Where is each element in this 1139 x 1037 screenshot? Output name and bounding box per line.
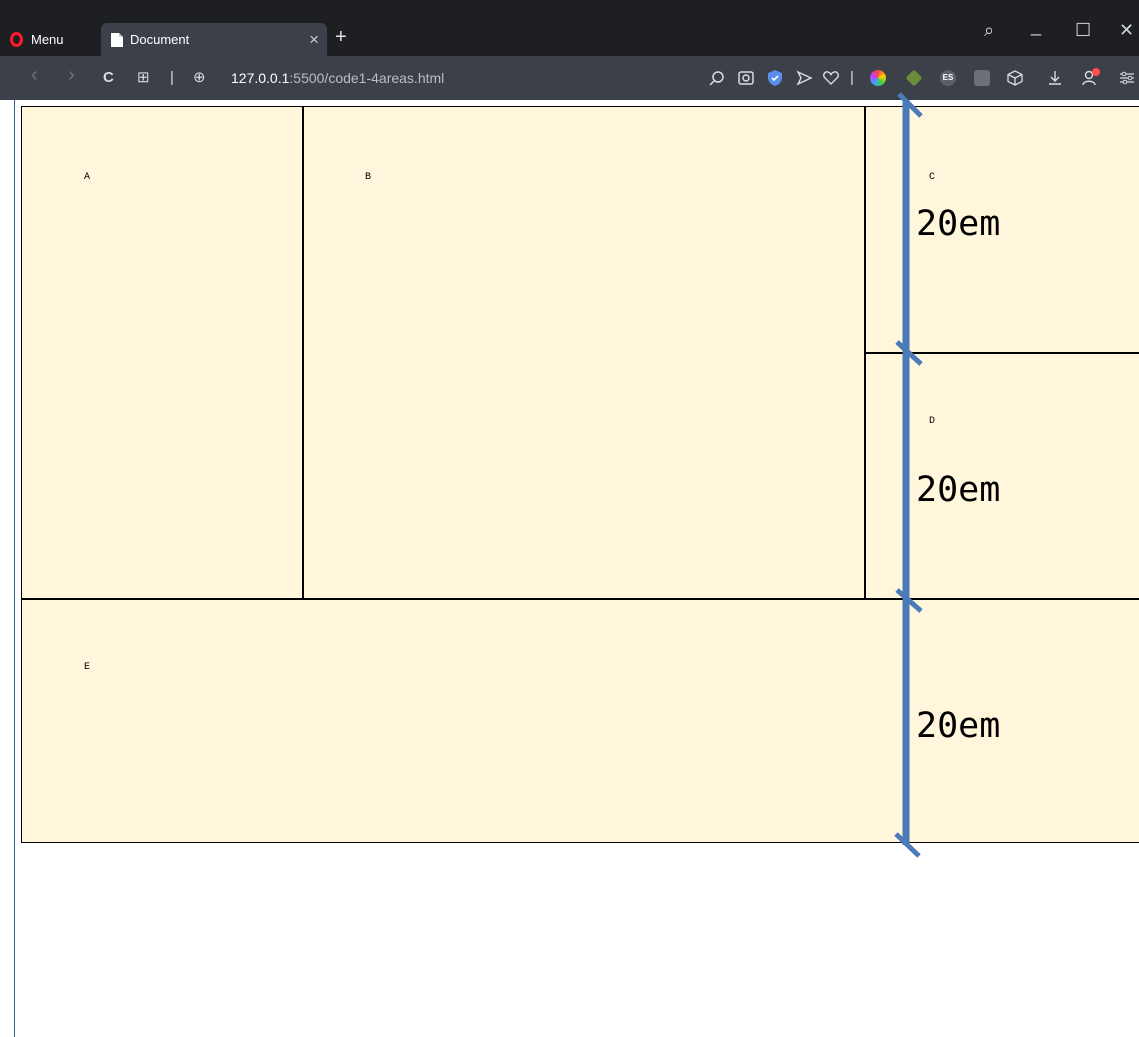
close-window-icon[interactable]: ✕ [1119,20,1134,40]
grid-area-b: B [305,107,865,598]
css-extension-icon[interactable] [974,70,990,86]
divider-a-b [302,107,304,599]
snapshot-icon[interactable] [737,69,755,87]
forward-icon[interactable]: › [68,65,75,85]
tabs-grid-icon[interactable]: ⊞ [137,68,150,88]
menu-label: Menu [31,31,64,47]
opera-menu-button[interactable]: Menu [10,25,64,53]
box-icon[interactable] [1006,69,1024,87]
address-bar[interactable]: 127.0.0.1:5500/code1-4areas.html [231,68,444,88]
profile-icon[interactable] [1081,67,1101,87]
maximize-icon[interactable]: ☐ [1075,20,1091,40]
toolbar-separator-2: | [850,69,854,86]
es-extension-icon[interactable]: ES [940,70,956,86]
area-e-label: E [84,662,91,673]
heart-icon[interactable] [822,69,840,87]
vpn-shield-icon[interactable] [766,69,784,87]
site-info-icon[interactable]: ⊕ [193,68,206,88]
search-page-icon[interactable] [708,69,726,87]
minimize-icon[interactable]: _ [1031,16,1041,36]
reload-icon[interactable]: C [103,68,114,88]
area-a-label: A [84,172,91,183]
toolbar-separator: | [170,69,174,86]
new-tab-button[interactable]: + [335,27,347,47]
cube-extension-icon[interactable] [905,69,923,87]
area-d-label: D [929,416,936,427]
divider-row-e [22,598,1139,600]
row-height-label-1: 20em [916,204,1001,244]
grid-area-c: C [867,107,1139,352]
send-icon[interactable] [795,69,813,87]
row-height-label-2: 20em [916,470,1001,510]
window-frame-left [14,100,15,1037]
color-picker-icon[interactable] [870,70,886,86]
grid-area-a: A [22,107,303,598]
search-tabs-icon[interactable]: ⌕ [984,20,994,40]
area-b-label: B [365,172,372,183]
url-host: 127.0.0.1 [231,70,290,86]
tab-title: Document [130,32,190,47]
tab-bar: Menu Document × + ⌕ _ ☐ ✕ [0,0,1139,56]
document-icon [111,32,123,47]
row-height-label-3: 20em [916,706,1001,746]
area-c-label: C [929,172,936,183]
grid-area-d: D [867,354,1139,598]
opera-logo-icon [10,31,23,47]
easy-setup-icon[interactable] [1118,69,1136,87]
url-path: :5500/code1-4areas.html [289,70,445,86]
download-icon[interactable] [1046,69,1064,87]
divider-c-d [865,352,1139,354]
address-toolbar: ‹ › C ⊞ | ⊕ 127.0.0.1:5500/code1-4areas.… [0,56,1139,100]
back-icon[interactable]: ‹ [31,65,38,85]
tab-close-icon[interactable]: × [309,31,319,48]
tab-document[interactable]: Document × [101,23,327,56]
